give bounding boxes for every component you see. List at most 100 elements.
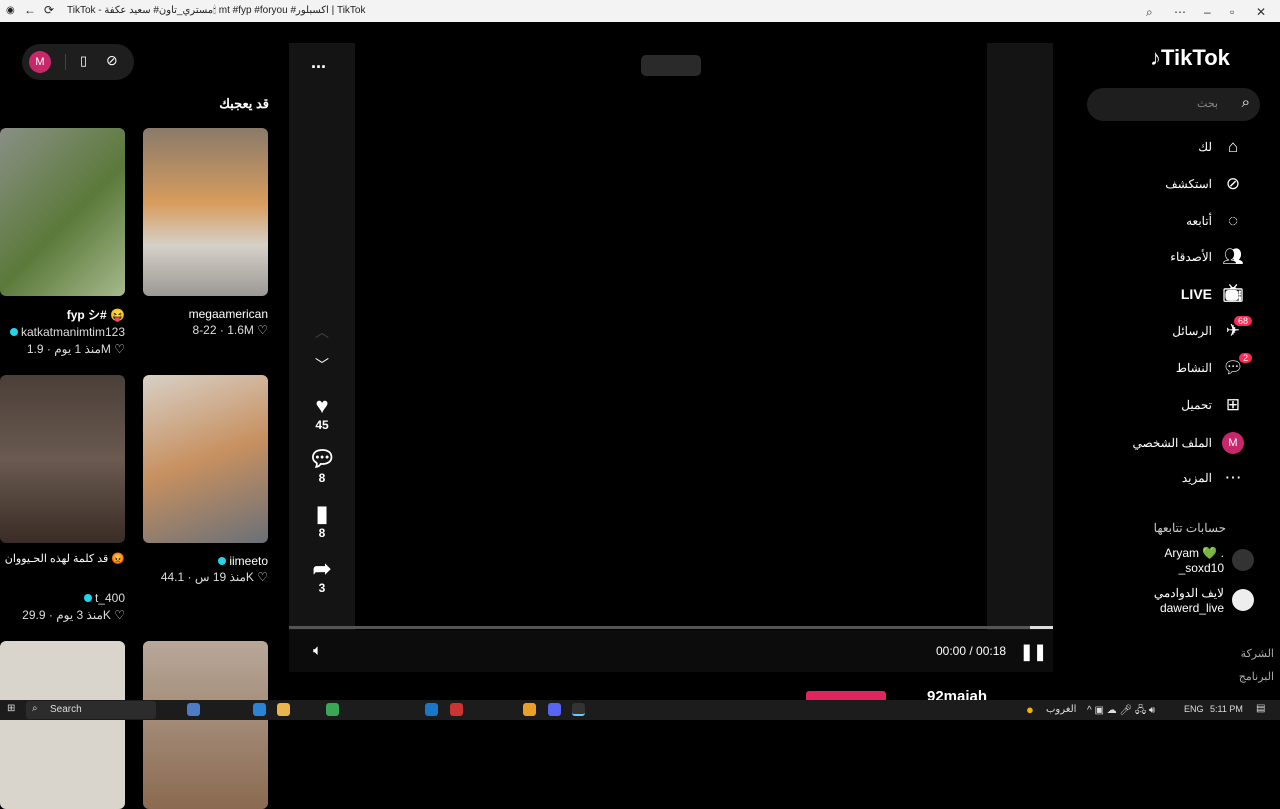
- zoom-icon[interactable]: ⌕: [1146, 5, 1153, 20]
- comment-button[interactable]: 💬︎ 8: [300, 446, 344, 486]
- explore-icon: ⊘: [1225, 173, 1241, 193]
- edge-icon[interactable]: [253, 703, 266, 716]
- window-title: TikTok - مستري_تاون# سعيد عكفة🕯 mt #fyp …: [67, 5, 366, 16]
- comment-icon: 💬︎: [308, 446, 336, 471]
- footer-link[interactable]: البرنامج: [1239, 670, 1274, 683]
- compass-icon[interactable]: ⊘: [106, 52, 118, 69]
- tiktok-note-icon: ♪: [1150, 45, 1161, 70]
- video-author[interactable]: megaamerican: [143, 307, 268, 321]
- video-player[interactable]: [289, 43, 1053, 630]
- notification-badge: 68: [1233, 316, 1252, 326]
- start-icon[interactable]: ⊞: [7, 703, 15, 714]
- more-icon: ⋯: [1224, 468, 1242, 488]
- volume-icon[interactable]: 🔈︎: [313, 642, 322, 659]
- heart-icon: ♥: [315, 393, 329, 418]
- sidebar-item[interactable]: أتابعه ◌: [1186, 211, 1244, 231]
- top-pill: M ▯ ⊘: [22, 44, 134, 80]
- sidebar-item-label: تحميل: [1181, 397, 1212, 412]
- video-thumbnail[interactable]: [0, 641, 125, 809]
- footer-link[interactable]: الشركة: [1241, 647, 1274, 660]
- suggested-heading: قد يعجبك: [219, 96, 269, 111]
- chevron-down-icon[interactable]: ﹀: [315, 355, 329, 375]
- progress-fill: [1030, 626, 1053, 629]
- save-button[interactable]: ▮ 8: [300, 502, 344, 541]
- minimize-button[interactable]: –: [1204, 5, 1211, 19]
- time-display: 00:00 / 00:18: [936, 644, 1007, 658]
- video-title: قد كلمة لهذه الحـيووان 😡: [4, 553, 125, 565]
- video-placeholder-pill: [641, 55, 701, 76]
- video-author[interactable]: t_400: [0, 591, 125, 605]
- avatar[interactable]: [1232, 549, 1254, 571]
- video-author[interactable]: katkatmanimtim123: [0, 325, 125, 339]
- app-icon[interactable]: [425, 703, 438, 716]
- windows-taskbar: ⊞ ⌕ Search ● الغروب ^ ▣ ☁ 🎤︎ 🖧 🔊︎ ENG 5:1…: [0, 700, 1280, 720]
- sidebar-item-label: الرسائل: [1172, 324, 1212, 338]
- maximize-button[interactable]: ▫: [1230, 5, 1234, 19]
- sidebar-item[interactable]: المزيد ⋯: [1182, 468, 1244, 488]
- search-input[interactable]: بحث ⌕: [1087, 88, 1260, 121]
- share-button[interactable]: ➦ 3: [300, 557, 344, 596]
- video-thumbnail[interactable]: [143, 641, 268, 809]
- notification-badge: 2: [1238, 352, 1252, 363]
- video-title: fyp シ# 😝: [66, 308, 125, 322]
- progress-bar[interactable]: [289, 626, 1053, 629]
- video-thumbnail[interactable]: [143, 128, 268, 296]
- reload-icon[interactable]: ⟳: [44, 3, 54, 17]
- browser-titlebar: ◉ ← ⟳ TikTok - مستري_تاون# سعيد عكفة🕯 mt…: [0, 0, 1280, 22]
- chevron-up-icon[interactable]: ︿: [315, 322, 329, 342]
- avatar[interactable]: [1232, 589, 1254, 611]
- clock[interactable]: 5:11 PM: [1210, 704, 1243, 714]
- sidebar-item[interactable]: استكشف ⊘: [1165, 174, 1244, 194]
- sidebar-item[interactable]: الأصدقاء 👥︎: [1170, 247, 1244, 267]
- friends-icon: 👥︎: [1222, 247, 1244, 267]
- sidebar-item[interactable]: LIVE 📺︎: [1181, 284, 1244, 304]
- tiktok-logo[interactable]: ♪TikTok: [1150, 45, 1230, 71]
- folder-icon[interactable]: [277, 703, 290, 716]
- sidebar-item-label: الملف الشخصي: [1132, 435, 1212, 450]
- phone-icon[interactable]: ▯: [80, 53, 87, 69]
- sidebar-item[interactable]: النشاط 💬︎ 2: [1176, 352, 1252, 378]
- sidebar-item[interactable]: لك ⌂: [1198, 137, 1244, 157]
- video-stats: منذ 3 يوم · 29.9K ♡: [22, 608, 125, 622]
- activity-icon: 💬︎ 2: [1222, 352, 1252, 378]
- back-icon[interactable]: ←: [24, 3, 36, 17]
- tiktok-taskbar-icon[interactable]: [572, 703, 585, 716]
- video-thumbnail[interactable]: [143, 375, 268, 543]
- taskbar-search[interactable]: ⌕ Search: [26, 701, 156, 719]
- notification-icon[interactable]: ▤: [1256, 703, 1265, 714]
- more-options-button[interactable]: ...: [311, 52, 326, 73]
- sidebar-item-label: أتابعه: [1186, 213, 1212, 228]
- discord-icon[interactable]: [548, 703, 561, 716]
- video-author[interactable]: iimeeto: [143, 554, 268, 568]
- app-icon[interactable]: [450, 703, 463, 716]
- messages-icon: ✈︎ 68: [1222, 316, 1252, 341]
- sidebar-item[interactable]: تحميل ⊞: [1181, 395, 1244, 415]
- live-icon: 📺︎: [1222, 284, 1244, 304]
- chrome-icon[interactable]: [326, 703, 339, 716]
- pause-button[interactable]: ❚❚: [1020, 642, 1047, 662]
- following-account[interactable]: Aryam 💚 . _soxd10: [1164, 546, 1224, 576]
- tiktok-app-icon: ◉: [6, 5, 15, 16]
- weather-label: الغروب: [1046, 704, 1077, 715]
- following-heading: حسابات تتابعها: [1153, 521, 1226, 535]
- video-thumbnail[interactable]: [0, 375, 125, 543]
- video-stats: منذ 19 س · 44.1K ♡: [160, 570, 268, 584]
- language-indicator[interactable]: ENG: [1184, 704, 1204, 714]
- like-button[interactable]: ♥ 45: [300, 393, 344, 433]
- sidebar-item[interactable]: الرسائل ✈︎ 68: [1172, 316, 1252, 341]
- search-icon: ⌕: [1241, 94, 1250, 111]
- more-icon[interactable]: ⋯: [1174, 5, 1186, 19]
- app-icon[interactable]: [187, 703, 200, 716]
- upload-icon: ⊞: [1225, 394, 1241, 414]
- sidebar-item-label: الأصدقاء: [1170, 250, 1212, 265]
- video-thumbnail[interactable]: [0, 128, 125, 296]
- home-icon: ⌂: [1227, 137, 1239, 156]
- tray-icons[interactable]: ^ ▣ ☁ 🎤︎ 🖧 🔊︎: [1087, 703, 1155, 720]
- close-button[interactable]: ✕: [1256, 5, 1266, 19]
- avatar[interactable]: M: [29, 51, 51, 73]
- weather-icon: ●: [1026, 702, 1034, 717]
- sidebar-item[interactable]: الملف الشخصي M: [1132, 431, 1244, 455]
- player-controls: 🔈︎ 00:00 / 00:18 ❚❚: [289, 630, 1053, 672]
- app-icon[interactable]: [523, 703, 536, 716]
- following-account[interactable]: لايف الدوادمي dawerd_live: [1154, 586, 1224, 616]
